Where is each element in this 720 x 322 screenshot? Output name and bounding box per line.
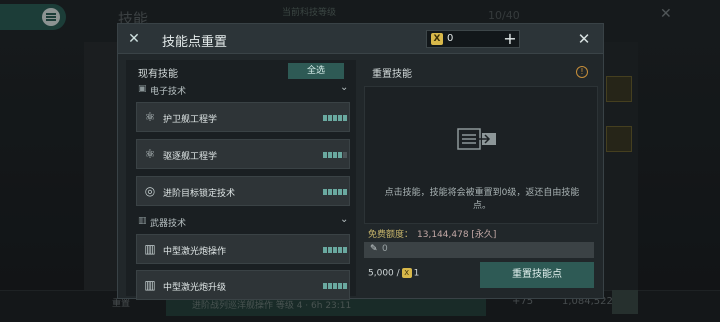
skill-logo-icon: ✕ bbox=[128, 31, 140, 47]
alert-icon[interactable]: ! bbox=[576, 66, 588, 78]
atom-icon: ⚛ bbox=[144, 147, 156, 161]
category-weapons[interactable]: ▥ 武器技术 ⌄ bbox=[126, 214, 356, 229]
reset-skills-header: 重置技能 ! bbox=[364, 60, 598, 84]
skill-item[interactable]: ▥ 中型激光炮升级 bbox=[136, 270, 350, 300]
cost-value: 5,000 / bbox=[368, 268, 400, 279]
reset-skills-panel: 重置技能 ! 点击技能，技能将会被重置到0级，返还自由技能点。 免费额度： 13,… bbox=[364, 60, 598, 296]
skill-name: 驱逐舰工程学 bbox=[163, 152, 218, 162]
atom-icon: ⚛ bbox=[144, 110, 156, 124]
skill-level-bars bbox=[323, 152, 347, 158]
skill-item[interactable]: ⚛ 护卫舰工程学 bbox=[136, 102, 350, 132]
modal-title: 技能点重置 bbox=[162, 35, 228, 50]
skill-reset-modal: ✕ 技能点重置 X 0 + ✕ 现有技能 全选 ▣ 电子技术 ⌄ ⚛ 护卫舰工程… bbox=[117, 23, 604, 300]
points-row: ✎ 0 bbox=[364, 242, 594, 258]
transfer-icon bbox=[457, 128, 496, 150]
chevron-down-icon: ⌄ bbox=[340, 82, 349, 93]
skill-level-bars bbox=[323, 115, 347, 121]
free-quota-value: 13,144,478 [永久] bbox=[417, 230, 497, 240]
current-skills-panel: 现有技能 全选 ▣ 电子技术 ⌄ ⚛ 护卫舰工程学 ⚛ 驱逐舰工程学 ◎ 进阶目… bbox=[126, 60, 356, 300]
skill-name: 进阶目标锁定技术 bbox=[163, 189, 236, 199]
category-label: 电子技术 bbox=[150, 87, 187, 97]
chevron-down-icon: ⌄ bbox=[340, 214, 349, 225]
category-electronics[interactable]: ▣ 电子技术 ⌄ bbox=[126, 82, 356, 97]
skill-point-icon: ✎ bbox=[370, 244, 378, 254]
chip-icon: ▣ bbox=[138, 84, 147, 94]
skill-name: 中型激光炮升级 bbox=[163, 283, 227, 293]
current-skills-header: 现有技能 全选 bbox=[126, 60, 356, 82]
add-currency-button[interactable]: + bbox=[501, 30, 519, 48]
laser-icon: ▥ bbox=[144, 242, 156, 256]
skill-level-bars bbox=[323, 189, 347, 195]
skill-level-bars bbox=[323, 283, 347, 289]
currency-icon: X bbox=[431, 33, 443, 45]
reset-skills-label: 重置技能 bbox=[372, 69, 412, 80]
close-button[interactable]: ✕ bbox=[574, 29, 594, 49]
current-skills-label: 现有技能 bbox=[138, 69, 178, 80]
category-label: 武器技术 bbox=[150, 219, 187, 229]
currency-value: 0 bbox=[447, 33, 454, 44]
weapon-icon: ▥ bbox=[138, 216, 147, 226]
reset-cost: 5,000 /X 1 bbox=[368, 268, 419, 279]
points-value: 0 bbox=[382, 244, 388, 254]
skill-item[interactable]: ◎ 进阶目标锁定技术 bbox=[136, 176, 350, 206]
free-quota: 免费额度： 13,144,478 [永久] bbox=[368, 227, 496, 240]
reset-drop-area: 点击技能，技能将会被重置到0级，返还自由技能点。 bbox=[364, 86, 598, 224]
free-quota-label: 免费额度： bbox=[368, 230, 414, 240]
cost-currency-value: 1 bbox=[413, 268, 420, 279]
skill-item[interactable]: ⚛ 驱逐舰工程学 bbox=[136, 139, 350, 169]
reset-skill-points-button[interactable]: 重置技能点 bbox=[480, 262, 594, 288]
select-all-button[interactable]: 全选 bbox=[288, 63, 344, 79]
skill-name: 护卫舰工程学 bbox=[163, 115, 218, 125]
skill-name: 中型激光炮操作 bbox=[163, 247, 227, 257]
skill-item[interactable]: ▥ 中型激光炮操作 bbox=[136, 234, 350, 264]
modal-header: ✕ 技能点重置 X 0 + ✕ bbox=[118, 24, 603, 54]
reset-hint-text: 点击技能，技能将会被重置到0级，返还自由技能点。 bbox=[384, 188, 580, 211]
skill-level-bars bbox=[323, 247, 347, 253]
currency-icon: X bbox=[401, 268, 412, 278]
laser-icon: ▥ bbox=[144, 278, 156, 292]
target-icon: ◎ bbox=[144, 184, 156, 198]
